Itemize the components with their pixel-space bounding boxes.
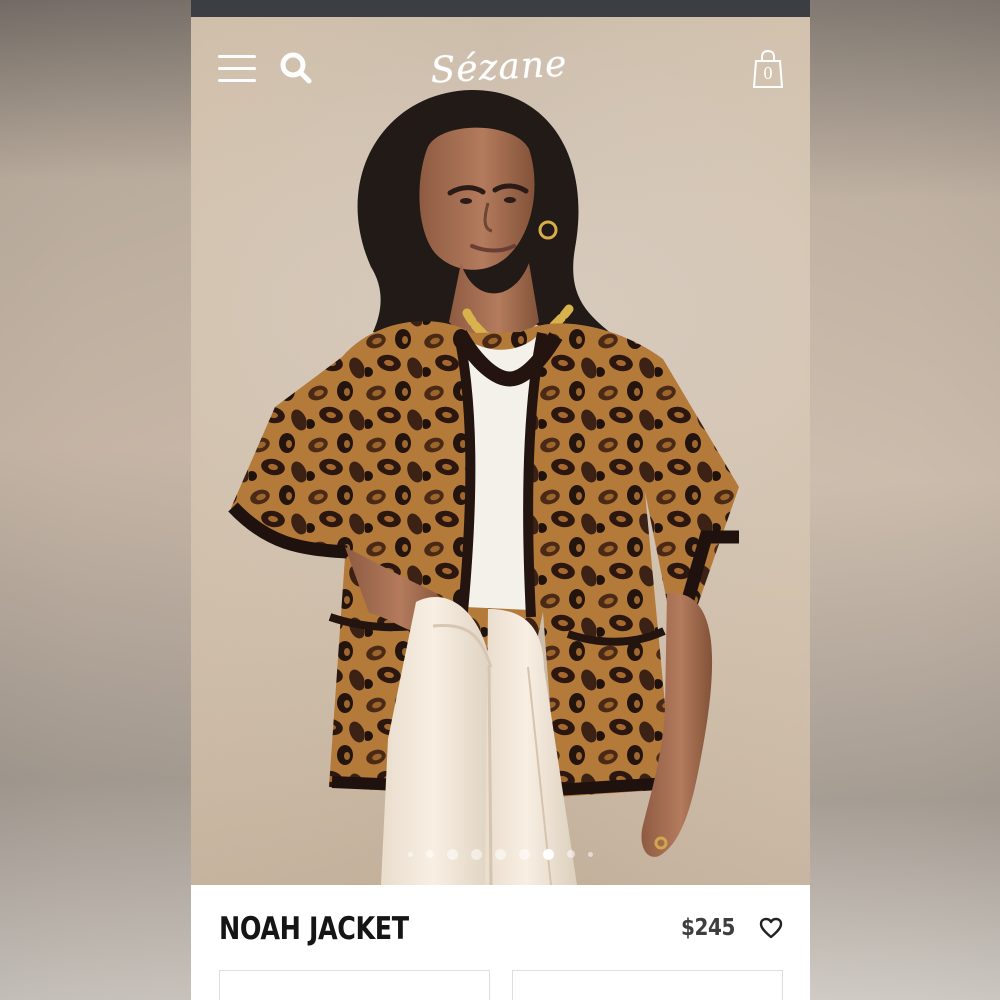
sezane-logo[interactable]: Sézane [403, 34, 596, 102]
model-photo-illustration [228, 89, 739, 885]
carousel-dot[interactable] [471, 848, 482, 860]
menu-line [218, 67, 256, 70]
carousel-dot[interactable] [426, 850, 434, 858]
cart-count-badge: 0 [763, 63, 773, 83]
option-button-right[interactable] [512, 970, 783, 1000]
option-button-left[interactable] [219, 970, 490, 1000]
carousel-dot[interactable] [447, 848, 458, 860]
carousel-dot[interactable] [567, 850, 575, 858]
product-price: $245 [681, 915, 735, 941]
carousel-dot[interactable] [588, 851, 593, 857]
menu-line [218, 55, 256, 58]
product-summary: NOAH JACKET $245 [191, 885, 810, 1000]
search-icon[interactable] [278, 50, 314, 86]
menu-line [218, 79, 256, 82]
menu-icon[interactable] [218, 52, 256, 85]
status-bar [191, 0, 810, 17]
product-hero-image[interactable] [191, 17, 810, 885]
top-navigation: Sézane 0 [191, 17, 810, 107]
shopping-bag-icon[interactable]: 0 [751, 49, 785, 89]
heart-icon[interactable] [758, 916, 784, 940]
carousel-pagination[interactable] [191, 847, 810, 861]
background-left-blur [0, 0, 191, 1000]
carousel-dot-active[interactable] [543, 848, 554, 860]
carousel-dot[interactable] [495, 848, 506, 860]
background-right-blur [809, 0, 1000, 1000]
carousel-dot[interactable] [408, 851, 413, 857]
mobile-product-page: Sézane 0 NOAH JACKET $245 [191, 0, 810, 1000]
product-title: NOAH JACKET [219, 911, 409, 947]
carousel-dot[interactable] [519, 848, 530, 860]
